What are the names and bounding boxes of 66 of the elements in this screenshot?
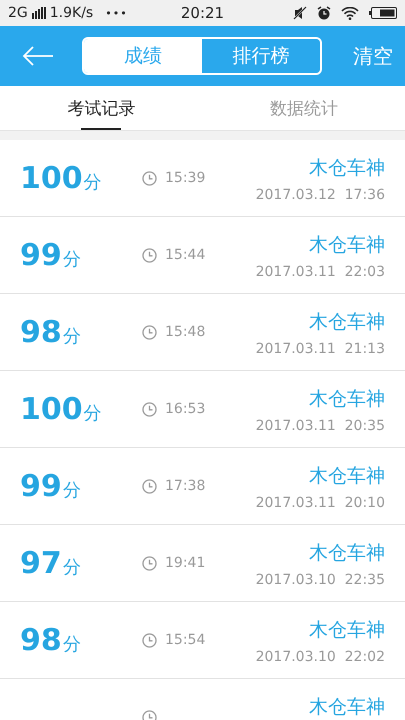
signal-icon (32, 7, 46, 19)
clock-icon (142, 556, 157, 570)
user-name: 木仓车神 (309, 541, 385, 566)
duration-text: 15:44 (165, 247, 206, 263)
record-date: 2017.03.12 17:36 (256, 187, 385, 203)
network-type: 2G (8, 5, 28, 21)
score-value: 97 (20, 546, 62, 580)
clock-icon (142, 478, 157, 494)
clock-icon (142, 248, 157, 262)
duration-text: 16:53 (165, 401, 206, 417)
score-unit: 分 (62, 478, 81, 502)
duration-text: 17:38 (165, 478, 206, 494)
user-name: 木仓车神 (309, 695, 385, 720)
back-arrow-icon[interactable] (22, 46, 54, 66)
record-date: 2017.03.11 20:10 (256, 495, 385, 511)
duration-text: 15:54 (165, 632, 206, 648)
record-row[interactable]: 木仓车神 (0, 679, 405, 720)
segment-tab[interactable]: 成绩 (84, 39, 202, 73)
clock-icon (142, 710, 157, 720)
score-unit: 分 (62, 556, 81, 578)
battery-icon (369, 7, 397, 19)
clock-icon (142, 402, 157, 416)
record-date: 2017.03.11 21:13 (256, 341, 385, 357)
mute-icon (293, 6, 307, 20)
score-value: 98 (20, 314, 62, 350)
tab[interactable]: 数据统计 (202, 86, 405, 130)
user-name: 木仓车神 (309, 310, 385, 335)
record-row[interactable]: 97 分 19:41 木仓车神 2017.03.10 22:35 (0, 525, 405, 602)
alarm-icon (317, 6, 331, 20)
clock-icon (142, 170, 157, 186)
user-name: 木仓车神 (309, 618, 385, 643)
clear-button[interactable]: 清空 (353, 42, 393, 70)
clock-icon (142, 324, 157, 340)
score-value: 100 (20, 160, 83, 196)
score-value: 99 (20, 238, 62, 272)
score-value: 100 (20, 392, 83, 426)
record-row[interactable]: 100分 15:39 木仓车神 2017.03.12 17:36 (0, 140, 405, 217)
duration-text: 15:39 (165, 170, 206, 186)
tab[interactable]: 考试记录 (0, 86, 202, 130)
duration-text: 19:41 (165, 555, 206, 571)
score-value: 99 (20, 468, 62, 504)
network-speed: 1.9K/s (50, 5, 94, 21)
clock-icon (142, 632, 157, 648)
record-date: 2017.03.11 22:03 (256, 264, 385, 280)
record-date: 2017.03.10 22:02 (256, 649, 385, 665)
user-name: 木仓车神 (309, 156, 385, 181)
record-row[interactable]: 98分 15:48 木仓车神 2017.03.11 21:13 (0, 294, 405, 371)
user-name: 木仓车神 (309, 233, 385, 258)
record-row[interactable]: 99分 15:44 木仓车神 2017.03.11 22:03 (0, 217, 405, 294)
record-date: 2017.03.10 22:35 (256, 572, 385, 588)
user-name: 木仓车神 (309, 464, 385, 489)
more-indicator: ••• (105, 6, 128, 20)
user-name: 木仓车神 (309, 387, 385, 412)
clock-time: 20:21 (180, 4, 224, 22)
duration-text: 15:48 (165, 324, 206, 340)
score-value: 98 (20, 622, 62, 658)
record-row[interactable]: 99分 17:38 木仓车神 2017.03.11 20:10 (0, 448, 405, 525)
score-unit: 分 (62, 248, 81, 270)
record-row[interactable]: 98分 15:54 木仓车神 2017.03.10 22:02 (0, 602, 405, 679)
record-date: 2017.03.11 20:35 (256, 418, 385, 434)
score-unit: 分 (84, 170, 102, 194)
score-unit: 分 (62, 632, 81, 656)
score-unit: 分 (62, 324, 81, 348)
record-row[interactable]: 100分 16:53 木仓车神 2017.03.11 20:35 (0, 371, 405, 448)
score-unit: 分 (84, 402, 102, 424)
wifi-icon (341, 6, 359, 20)
